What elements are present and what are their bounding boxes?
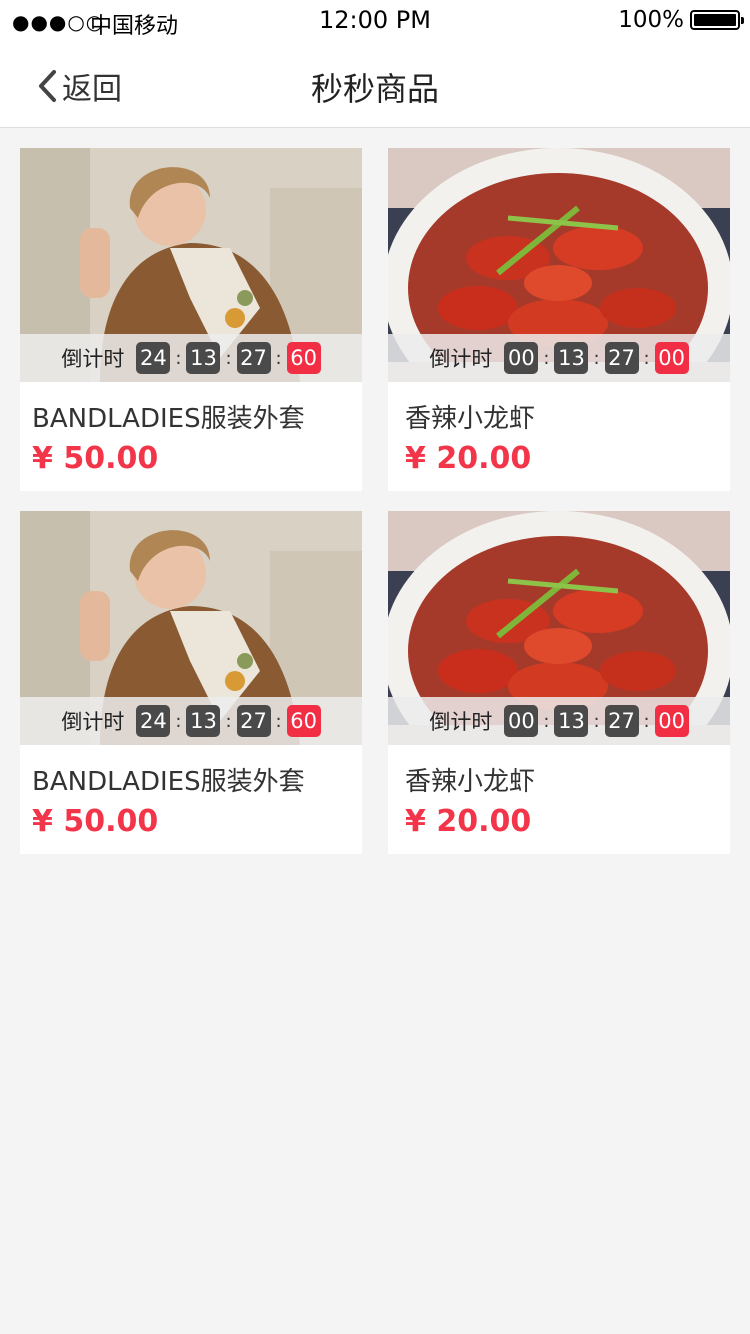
countdown-minutes: 13 [554,705,589,737]
countdown-minutes: 13 [186,342,221,374]
countdown-timer: 倒计时 00 : 13 : 27 : 00 [388,697,730,745]
countdown-centiseconds: 60 [286,342,321,374]
countdown-seconds: 27 [236,705,271,737]
countdown-minutes: 13 [554,342,589,374]
countdown-separator: : [175,347,182,369]
product-name: 香辣小龙虾 [405,767,536,797]
countdown-separator: : [543,347,550,369]
countdown-separator: : [175,710,182,732]
countdown-timer: 倒计时 24 : 13 : 27 : 60 [20,697,362,745]
product-card[interactable]: 倒计时 24 : 13 : 27 : 60 BANDLADIES服装外套 ¥ 5… [20,511,362,854]
countdown-timer: 倒计时 24 : 13 : 27 : 60 [20,334,362,382]
product-name: BANDLADIES服装外套 [32,767,305,797]
countdown-seconds: 27 [604,705,639,737]
page-title: 秒秒商品 [310,70,439,108]
countdown-centiseconds: 00 [654,705,689,737]
countdown-separator: : [225,710,232,732]
product-image: 倒计时 00 : 13 : 27 : 00 [388,511,730,745]
product-card[interactable]: 倒计时 00 : 13 : 27 : 00 香辣小龙虾 ¥ 20.00 [388,511,730,854]
countdown-timer: 倒计时 00 : 13 : 27 : 00 [388,334,730,382]
countdown-separator: : [643,710,650,732]
product-price: ¥ 50.00 [32,441,159,476]
product-card[interactable]: 倒计时 00 : 13 : 27 : 00 香辣小龙虾 ¥ 20.00 [388,148,730,491]
product-price: ¥ 50.00 [32,804,159,839]
countdown-separator: : [643,347,650,369]
countdown-label: 倒计时 [429,710,493,734]
countdown-seconds: 27 [604,342,639,374]
countdown-label: 倒计时 [61,710,125,734]
product-price: ¥ 20.00 [405,804,532,839]
countdown-label: 倒计时 [429,347,493,371]
product-name: 香辣小龙虾 [405,404,536,434]
product-grid: 倒计时 24 : 13 : 27 : 60 BANDLADIES服装外套 ¥ 5… [20,148,732,854]
countdown-label: 倒计时 [61,347,125,371]
status-bar: ●●●○○ 中国移动 12:00 PM 100% [0,0,750,42]
countdown-centiseconds: 00 [654,342,689,374]
product-name: BANDLADIES服装外套 [32,404,305,434]
countdown-hours: 00 [504,705,539,737]
product-image: 倒计时 24 : 13 : 27 : 60 [20,148,362,382]
battery-icon [690,10,744,30]
countdown-hours: 00 [504,342,539,374]
countdown-hours: 24 [136,342,171,374]
product-price: ¥ 20.00 [405,441,532,476]
countdown-seconds: 27 [236,342,271,374]
countdown-centiseconds: 60 [286,705,321,737]
product-image: 倒计时 00 : 13 : 27 : 00 [388,148,730,382]
countdown-separator: : [275,710,282,732]
battery-percent: 100% [618,7,684,33]
nav-bar: 返回 秒秒商品 [0,42,750,128]
countdown-hours: 24 [136,705,171,737]
countdown-separator: : [593,710,600,732]
countdown-separator: : [275,347,282,369]
product-image: 倒计时 24 : 13 : 27 : 60 [20,511,362,745]
countdown-separator: : [543,710,550,732]
countdown-separator: : [225,347,232,369]
countdown-separator: : [593,347,600,369]
product-card[interactable]: 倒计时 24 : 13 : 27 : 60 BANDLADIES服装外套 ¥ 5… [20,148,362,491]
countdown-minutes: 13 [186,705,221,737]
